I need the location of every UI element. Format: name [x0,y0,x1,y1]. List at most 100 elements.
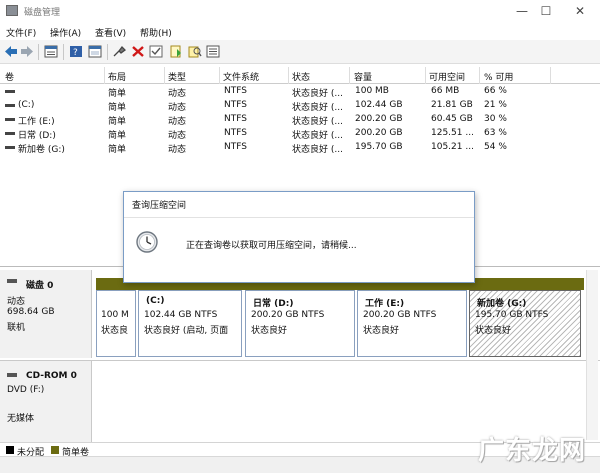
volume-capacity: 102.44 GB [355,100,403,110]
volume-status: 状态良好 (... [292,117,343,127]
list-icon[interactable] [206,45,220,58]
legend-simple-swatch [51,446,59,454]
volume-status: 状态良好 (... [292,89,343,99]
disk-type: 动态 [7,297,26,307]
disk-name: 磁盘 0 [26,281,54,291]
partition-status: 状态良好 (启动, 页面 [144,326,229,336]
volume-capacity: 200.20 GB [355,114,403,124]
cdrom-0-label[interactable]: CD-ROM 0 DVD (F:) 无媒体 [0,361,92,443]
volume-row[interactable]: 简单 动态 NTFS 状态良好 (... 100 MB 66 MB 66 % [0,85,560,99]
menu-view[interactable]: 查看(V) [95,26,126,39]
volume-fs: NTFS [224,100,247,110]
partition-status: 状态良好 [475,326,512,336]
partition-name: 新加卷 (G:) [477,299,527,309]
console-icon[interactable] [88,45,102,58]
dialog-title: 查询压缩空间 [132,201,187,211]
properties-icon[interactable] [44,45,58,58]
volume-capacity: 200.20 GB [355,128,403,138]
legend-unallocated-swatch [6,446,14,454]
partition-size: 100 M [101,310,129,320]
volume-capacity: 100 MB [355,86,389,96]
volume-free: 21.81 GB [431,100,473,110]
partition-g[interactable]: 新加卷 (G:) 195.70 GB NTFS 状态良好 [469,290,581,357]
volume-type: 动态 [168,131,187,141]
partition-size: 200.20 GB NTFS [251,310,325,320]
partition-name: (C:) [146,296,165,306]
volume-row[interactable]: 日常 (D:) 简单 动态 NTFS 状态良好 (... 200.20 GB 1… [0,127,560,141]
vertical-scrollbar[interactable] [586,270,598,440]
dialog-message: 正在查询卷以获取可用压缩空间，请稍候... [186,241,357,251]
check-icon[interactable] [149,45,163,58]
volume-free: 60.45 GB [431,114,473,124]
volume-free: 125.51 ... [431,128,474,138]
partition-d[interactable]: 日常 (D:) 200.20 GB NTFS 状态良好 [245,290,355,357]
volume-type: 动态 [168,117,187,127]
disk-icon [7,279,17,283]
volume-layout: 简单 [108,103,127,113]
maximize-button[interactable]: ☐ [534,3,558,19]
volume-icon [5,146,15,149]
new-icon[interactable] [169,45,183,58]
volume-row[interactable]: (C:) 简单 动态 NTFS 状态良好 (... 102.44 GB 21.8… [0,99,560,113]
search-icon[interactable] [188,45,202,58]
volume-layout: 简单 [108,117,127,127]
menu-bar: 文件(F) 操作(A) 查看(V) 帮助(H) [0,22,600,40]
connect-icon[interactable] [113,45,127,58]
volume-layout: 简单 [108,89,127,99]
toolbar: ? [0,40,600,64]
disk-size: 698.64 GB [7,307,55,317]
help-icon[interactable]: ? [69,45,83,58]
disk-state: 联机 [7,323,26,333]
col-percent-free[interactable]: % 可用 [484,70,513,83]
disk-0-label[interactable]: 磁盘 0 动态 698.64 GB 联机 [0,270,92,358]
volume-capacity: 195.70 GB [355,142,403,152]
title-bar: 磁盘管理 — ☐ ✕ [0,0,600,22]
volume-percent: 30 % [484,114,507,124]
menu-action[interactable]: 操作(A) [50,26,81,39]
delete-icon[interactable] [131,45,145,58]
volume-icon [5,132,15,135]
volume-percent: 54 % [484,142,507,152]
volume-type: 动态 [168,145,187,155]
col-volume[interactable]: 卷 [5,70,14,83]
col-status[interactable]: 状态 [292,70,310,83]
minimize-button[interactable]: — [510,3,534,19]
partition-name: 日常 (D:) [253,299,294,309]
partition-c[interactable]: (C:) 102.44 GB NTFS 状态良好 (启动, 页面 [138,290,242,357]
volume-fs: NTFS [224,86,247,96]
partition-size: 195.70 GB NTFS [475,310,549,320]
volume-status: 状态良好 (... [292,103,343,113]
cdrom-name: CD-ROM 0 [26,371,77,381]
col-layout[interactable]: 布局 [108,70,126,83]
volume-percent: 66 % [484,86,507,96]
partition-system-reserved[interactable]: 100 M 状态良 [96,290,136,357]
volume-layout: 简单 [108,131,127,141]
col-capacity[interactable]: 容量 [354,70,372,83]
volume-fs: NTFS [224,128,247,138]
cdrom-type: DVD (F:) [7,385,45,395]
volume-free: 105.21 ... [431,142,474,152]
volume-name: 工作 (E:) [18,117,55,127]
menu-file[interactable]: 文件(F) [6,26,36,39]
volume-status: 状态良好 (... [292,145,343,155]
volume-row[interactable]: 新加卷 (G:) 简单 动态 NTFS 状态良好 (... 195.70 GB … [0,141,560,155]
volume-type: 动态 [168,89,187,99]
dialog-body: 正在查询卷以获取可用压缩空间，请稍候... [124,217,474,282]
volume-row[interactable]: 工作 (E:) 简单 动态 NTFS 状态良好 (... 200.20 GB 6… [0,113,560,127]
volume-layout: 简单 [108,145,127,155]
volume-free: 66 MB [431,86,460,96]
back-icon[interactable] [4,45,18,58]
volume-type: 动态 [168,103,187,113]
col-filesystem[interactable]: 文件系统 [223,70,259,83]
clock-icon [136,231,158,253]
forward-icon[interactable] [20,45,34,58]
partition-status: 状态良好 [363,326,400,336]
col-free-space[interactable]: 可用空间 [429,70,465,83]
cdrom-state: 无媒体 [7,414,35,424]
col-type[interactable]: 类型 [168,70,186,83]
volume-icon [5,90,15,93]
partition-e[interactable]: 工作 (E:) 200.20 GB NTFS 状态良好 [357,290,467,357]
menu-help[interactable]: 帮助(H) [140,26,172,39]
cdrom-icon [7,373,17,377]
close-button[interactable]: ✕ [568,3,592,19]
